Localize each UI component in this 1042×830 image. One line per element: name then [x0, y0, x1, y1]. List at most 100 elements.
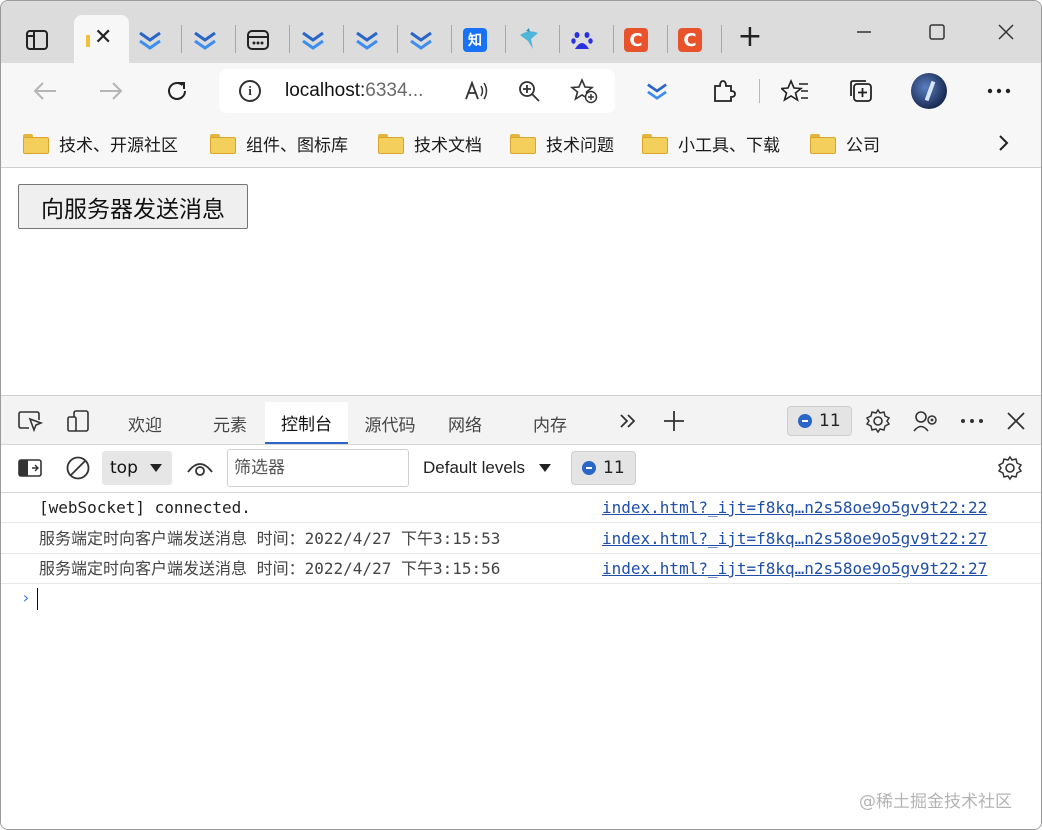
tab-devtools-1[interactable]: [131, 23, 169, 57]
read-aloud-button[interactable]: [462, 77, 492, 105]
tab-sources[interactable]: 源代码: [351, 402, 429, 444]
tab-zhihu[interactable]: 知: [456, 23, 494, 57]
tab-network[interactable]: 网络: [431, 402, 499, 444]
extensions-button[interactable]: [703, 73, 743, 109]
read-aloud-icon: [465, 80, 488, 100]
console-input-cursor[interactable]: [37, 588, 38, 610]
add-favorite-button[interactable]: [569, 77, 599, 105]
folder-icon: [378, 134, 404, 154]
collections-button[interactable]: [841, 73, 881, 109]
devtools-panel: 欢迎 元素 控制台 源代码 网络 内存 11 top 筛选器 Default l…: [1, 395, 1041, 829]
messages-badge[interactable]: 11: [571, 451, 636, 485]
bookmark-folder[interactable]: 技术问题: [510, 130, 614, 156]
tab-welcome[interactable]: 欢迎: [109, 402, 181, 444]
tab-active[interactable]: ✕: [74, 15, 129, 63]
close-devtools-button[interactable]: [1001, 406, 1031, 436]
address-bar[interactable]: i localhost:6334...: [219, 69, 615, 113]
csdn-icon: C: [624, 28, 648, 52]
tab-csdn-1[interactable]: C: [617, 23, 655, 57]
live-expression-button[interactable]: [185, 453, 215, 483]
console-filter-input[interactable]: [227, 449, 409, 487]
sidebar-toggle-icon: [18, 459, 42, 477]
tab-divider: [667, 25, 668, 53]
console-source-link[interactable]: index.html?_ijt=f8kq…n2s58oe9o5gv9t22:22: [602, 499, 987, 517]
tab-baidu[interactable]: [563, 23, 601, 57]
maximize-icon: [929, 24, 945, 40]
toggle-sidebar-button[interactable]: [15, 453, 45, 483]
bookmark-folder[interactable]: 技术、开源社区: [23, 130, 178, 156]
send-message-button[interactable]: 向服务器发送消息: [18, 184, 248, 229]
site-info-icon[interactable]: i: [239, 80, 261, 102]
tab-app[interactable]: [239, 23, 277, 57]
close-window-button[interactable]: [989, 17, 1023, 47]
console-message-text: 服务端定时向客户端发送消息 时间：2022/4/27 下午3:15:53: [39, 529, 501, 548]
bookmark-label: 技术文档: [414, 135, 482, 156]
console-prompt-icon: ›: [21, 588, 31, 607]
tab-elements[interactable]: 元素: [195, 402, 265, 444]
bookmark-folder[interactable]: 技术文档: [378, 130, 482, 156]
address-url[interactable]: localhost:6334...: [285, 80, 423, 102]
more-tabs-button[interactable]: [613, 406, 643, 436]
devtools-settings-button[interactable]: [863, 406, 893, 436]
context-selector[interactable]: top: [102, 451, 172, 485]
url-port: 6334...: [365, 80, 424, 101]
bookmark-folder[interactable]: 公司: [810, 130, 880, 156]
tab-console[interactable]: 控制台: [265, 402, 348, 444]
device-icon: [67, 410, 89, 432]
customize-button[interactable]: [911, 406, 941, 436]
tab-devtools-4[interactable]: [348, 23, 386, 57]
gear-icon: [865, 408, 891, 434]
zoom-button[interactable]: [514, 77, 544, 105]
console-source-link[interactable]: index.html?_ijt=f8kq…n2s58oe9o5gv9t22:27: [602, 560, 987, 578]
url-host: localhost:: [285, 80, 366, 101]
device-emulation-button[interactable]: [63, 406, 93, 436]
issues-badge[interactable]: 11: [787, 406, 852, 436]
bookmarks-overflow-button[interactable]: [991, 130, 1015, 156]
tab-devtools-3[interactable]: [294, 23, 332, 57]
tab-divider: [505, 25, 506, 53]
console-settings-button[interactable]: [995, 453, 1025, 483]
bookmark-folder[interactable]: 小工具、下载: [642, 130, 780, 156]
browser-toolbar: i localhost:6334...: [1, 63, 1041, 120]
settings-more-button[interactable]: [979, 73, 1019, 109]
clear-console-button[interactable]: [63, 453, 93, 483]
console-source-link[interactable]: index.html?_ijt=f8kq…n2s58oe9o5gv9t22:27: [602, 530, 987, 548]
console-message: 服务端定时向客户端发送消息 时间：2022/4/27 下午3:15:56 ind…: [1, 554, 1041, 584]
new-tab-button[interactable]: +: [733, 21, 767, 55]
messages-count: 11: [603, 458, 625, 478]
star-add-icon: [570, 78, 598, 104]
close-tab-icon[interactable]: ✕: [94, 27, 112, 49]
folder-icon: [810, 134, 836, 154]
log-levels-dropdown[interactable]: Default levels: [415, 451, 561, 485]
app-window-icon: [247, 30, 269, 50]
devtools-more-button[interactable]: [957, 406, 987, 436]
plus-icon: [664, 411, 684, 431]
tab-divider: [613, 25, 614, 53]
refresh-icon: [168, 82, 186, 100]
tab-devtools-5[interactable]: [402, 23, 440, 57]
bookmark-folder[interactable]: 组件、图标库: [210, 130, 348, 156]
minimize-button[interactable]: [847, 17, 881, 47]
tab-actions-button[interactable]: [15, 23, 59, 57]
inspect-element-button[interactable]: [15, 406, 45, 436]
back-button[interactable]: [25, 73, 65, 109]
maximize-button[interactable]: [920, 17, 954, 47]
favorites-button[interactable]: [775, 73, 815, 109]
add-tool-button[interactable]: [659, 406, 689, 436]
toolbar-divider: [759, 79, 760, 103]
message-icon: [582, 461, 596, 475]
tab-csdn-2[interactable]: C: [671, 23, 709, 57]
profile-avatar[interactable]: [911, 73, 947, 109]
issues-count: 11: [819, 411, 841, 431]
tab-memory[interactable]: 内存: [511, 402, 589, 444]
refresh-button[interactable]: [157, 73, 197, 109]
console-toolbar: top Default levels 11: [1, 445, 1041, 493]
forward-button[interactable]: [91, 73, 131, 109]
devtools-extension-button[interactable]: [637, 73, 677, 109]
tab-devtools-2[interactable]: [186, 23, 224, 57]
console-message-text: [webSocket] connected.: [39, 498, 251, 517]
tab-bird[interactable]: [510, 23, 548, 57]
watermark: @稀土掘金技术社区: [859, 792, 1012, 812]
people-settings-icon: [913, 411, 937, 432]
edge-devtools-icon: [139, 31, 161, 50]
